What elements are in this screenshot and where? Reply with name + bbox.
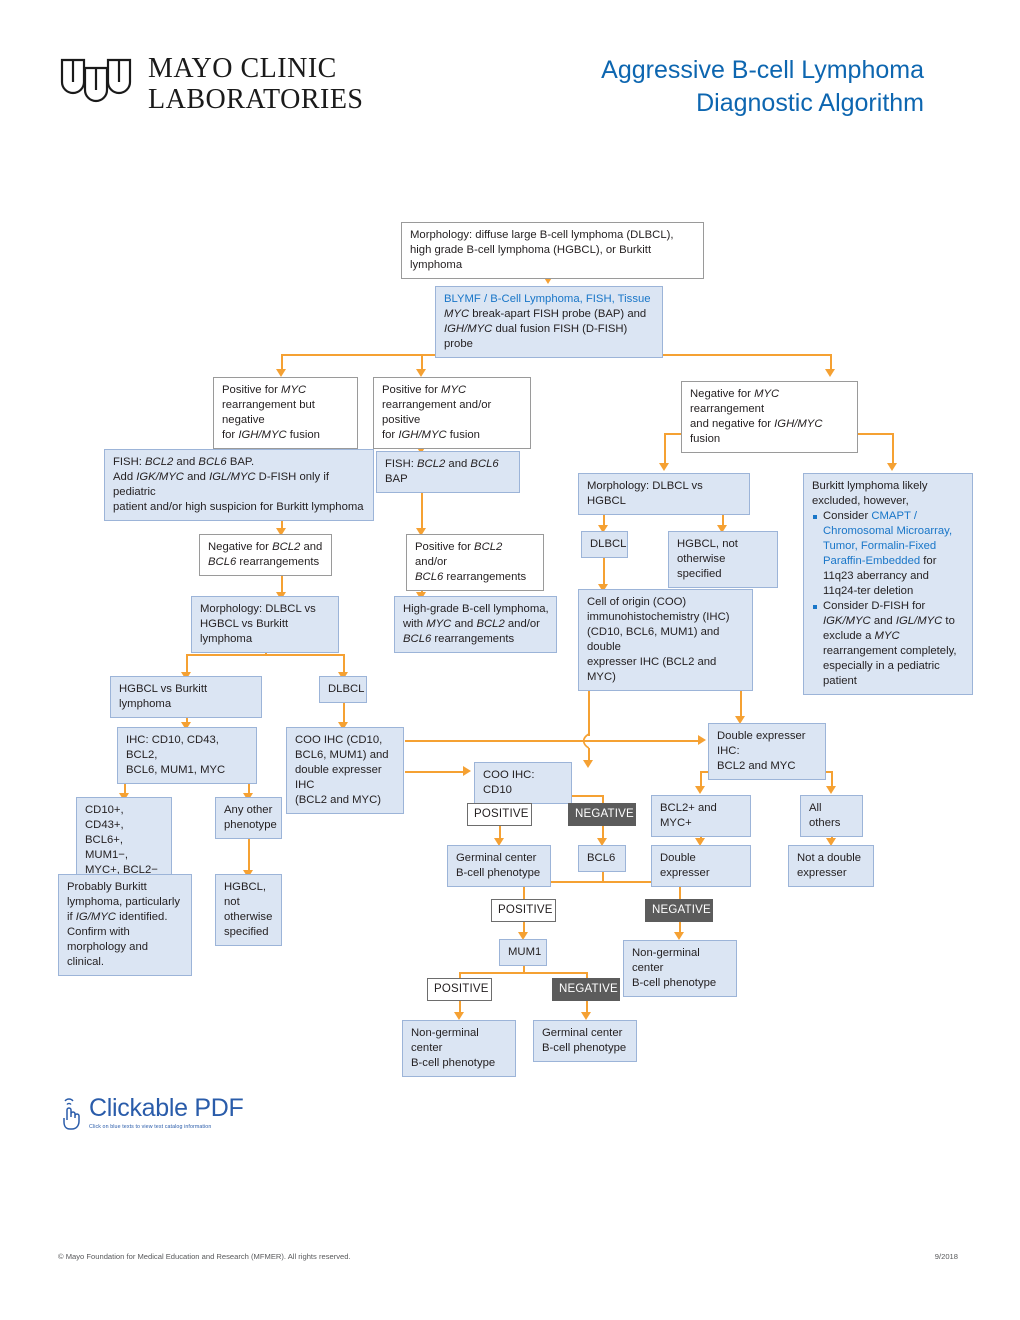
footer-copyright: © Mayo Foundation for Medical Education … [58,1252,351,1261]
node-dlbcl-mid: DLBCL [581,531,628,559]
node-coo-ihc-cd10: COO IHC: CD10 [474,762,572,805]
arrow-head [276,369,286,377]
title-line-1: Aggressive B-cell Lymphoma [601,56,924,84]
clickable-pdf-sublabel: Click on blue texts to view test catalog… [89,1124,212,1130]
list-item: Consider D-FISH for IGK/MYC and IGL/MYC … [812,599,965,689]
clickable-pdf-badge: Clickable PDF Click on blue texts to vie… [58,1094,244,1130]
connector [186,654,344,656]
clickable-pdf-label: Clickable PDF [89,1094,244,1122]
mayo-shields-icon [60,58,132,103]
title-line-2: Diagnostic Algorithm [696,89,924,117]
node-germinal-center-2: Germinal center B-cell phenotype [533,1020,637,1063]
connector [459,972,587,974]
status-badge-negative-mum1: NEGATIVE [552,978,620,1002]
arrow-head [826,786,836,794]
arrow-head [463,766,471,776]
arrow-head [583,760,593,768]
blymf-line-2: MYC break-apart FISH probe (BAP) and [444,308,647,321]
arrow-head [825,369,835,377]
node-negative-bcl2-bcl6: Negative for BCL2 and BCL6 rearrangement… [199,534,332,577]
node-ihc-panel: IHC: CD10, CD43, BCL2, BCL6, MUM1, MYC [117,727,257,785]
logo-line-1: MAYO CLINIC [148,52,337,84]
node-probably-burkitt-lymphoma: Probably Burkitt lymphoma, particularly … [58,874,192,977]
connector [892,433,894,465]
connector [186,654,188,674]
node-positive-myc-or-fusion: Positive for MYC rearrangement and/or po… [373,377,531,450]
node-double-expresser: Double expresser [651,845,751,888]
arrow-head [581,1012,591,1020]
node-negative-myc-and-fusion: Negative for MYC rearrangement and negat… [681,381,858,454]
node-coo-ihc-panel-left: COO IHC (CD10, BCL6, MUM1) and double ex… [286,727,404,815]
node-dlbcl-left: DLBCL [319,676,367,704]
node-non-germinal-center-2: Non-germinal center B-cell phenotype [402,1020,516,1078]
blymf-line-3: IGH/MYC dual fusion FISH (D-FISH) probe [444,323,628,351]
node-hgbcl-vs-burkitt: HGBCL vs Burkitt lymphoma [110,676,262,719]
node-bcl2-myc-positive: BCL2+ and MYC+ [651,795,751,838]
node-positive-bcl2-bcl6: Positive for BCL2 and/or BCL6 rearrangem… [406,534,544,592]
status-badge-positive-cd10: POSITIVE [467,803,532,827]
connector [664,433,666,465]
node-not-double-expresser: Not a double expresser [788,845,874,888]
node-double-expresser-ihc: Double expresser IHC: BCL2 and MYC [708,723,826,781]
status-badge-positive-mum1: POSITIVE [427,978,492,1002]
algorithm-page: MAYO CLINIC LABORATORIES Aggressive B-ce… [0,0,1020,1320]
node-morphology-entry: Morphology: diffuse large B-cell lymphom… [401,222,704,280]
arrow-head [887,463,897,471]
mayo-clinic-laboratories-logo: MAYO CLINIC LABORATORIES [58,54,364,114]
node-morphology-dlbcl-vs-hgbcl: Morphology: DLBCL vs HGBCL [578,473,750,516]
node-mum1: MUM1 [499,939,547,967]
node-fish-bcl2-bcl6-bap-extended: FISH: BCL2 and BCL6 BAP. Add IGK/MYC and… [104,449,374,522]
node-blymf-test[interactable]: BLYMF / B-Cell Lymphoma, FISH, Tissue MY… [435,286,663,359]
node-hgbcl-nos-left: HGBCL, not otherwise specified [215,874,282,947]
node-positive-myc-neg-fusion: Positive for MYC rearrangement but negat… [213,377,358,450]
node-bcl6: BCL6 [578,845,626,873]
node-fish-bcl2-bcl6-bap: FISH: BCL2 and BCL6 BAP [376,451,520,494]
connector [405,771,465,773]
blymf-test-link[interactable]: BLYMF / B-Cell Lymphoma, FISH, Tissue [444,292,655,307]
arrow-head [659,463,669,471]
status-badge-negative-cd10: NEGATIVE [568,803,636,827]
morphology-entry-line-1: Morphology: diffuse large B-cell lymphom… [410,229,674,241]
node-hgbcl-nos-mid: HGBCL, not otherwise specified [668,531,778,589]
arrow-head [698,735,706,745]
connector [603,554,605,586]
arrow-head [416,369,426,377]
node-high-grade-bcl-myc-bcl2: High-grade B-cell lymphoma, with MYC and… [394,596,557,654]
morphology-entry-line-2: high grade B-cell lymphoma (HGBCL), or B… [410,244,652,272]
node-all-others: All others [800,795,863,838]
page-title: Aggressive B-cell Lymphoma Diagnostic Al… [601,54,924,120]
footer-date: 9/2018 [934,1252,958,1261]
node-germinal-center-1: Germinal center B-cell phenotype [447,845,551,888]
connector [405,740,700,742]
list-item: Consider CMAPT / Chromosomal Microarray,… [812,509,965,599]
status-badge-positive-bcl6: POSITIVE [491,899,556,923]
node-burkitt-phenotype: CD10+, CD43+, BCL6+, MUM1−, MYC+, BCL2− [76,797,172,885]
status-badge-negative-bcl6: NEGATIVE [645,899,713,923]
node-any-other-phenotype: Any other phenotype [215,797,282,840]
burkitt-considerations-list: Consider CMAPT / Chromosomal Microarray,… [812,509,965,689]
pointing-hand-icon [63,1098,80,1130]
connector [602,795,604,803]
arrow-head [695,786,705,794]
arrow-head [454,1012,464,1020]
logo-line-2: LABORATORIES [148,83,364,115]
node-burkitt-excluded[interactable]: Burkitt lymphoma likely excluded, howeve… [803,473,973,696]
node-non-germinal-center-1: Non-germinal center B-cell phenotype [623,940,737,998]
connector [343,654,345,674]
arrow-head [674,932,684,940]
node-morphology-three-way: Morphology: DLBCL vs HGBCL vs Burkitt ly… [191,596,339,654]
node-cell-of-origin-ihc: Cell of origin (COO) immunohistochemistr… [578,589,753,692]
